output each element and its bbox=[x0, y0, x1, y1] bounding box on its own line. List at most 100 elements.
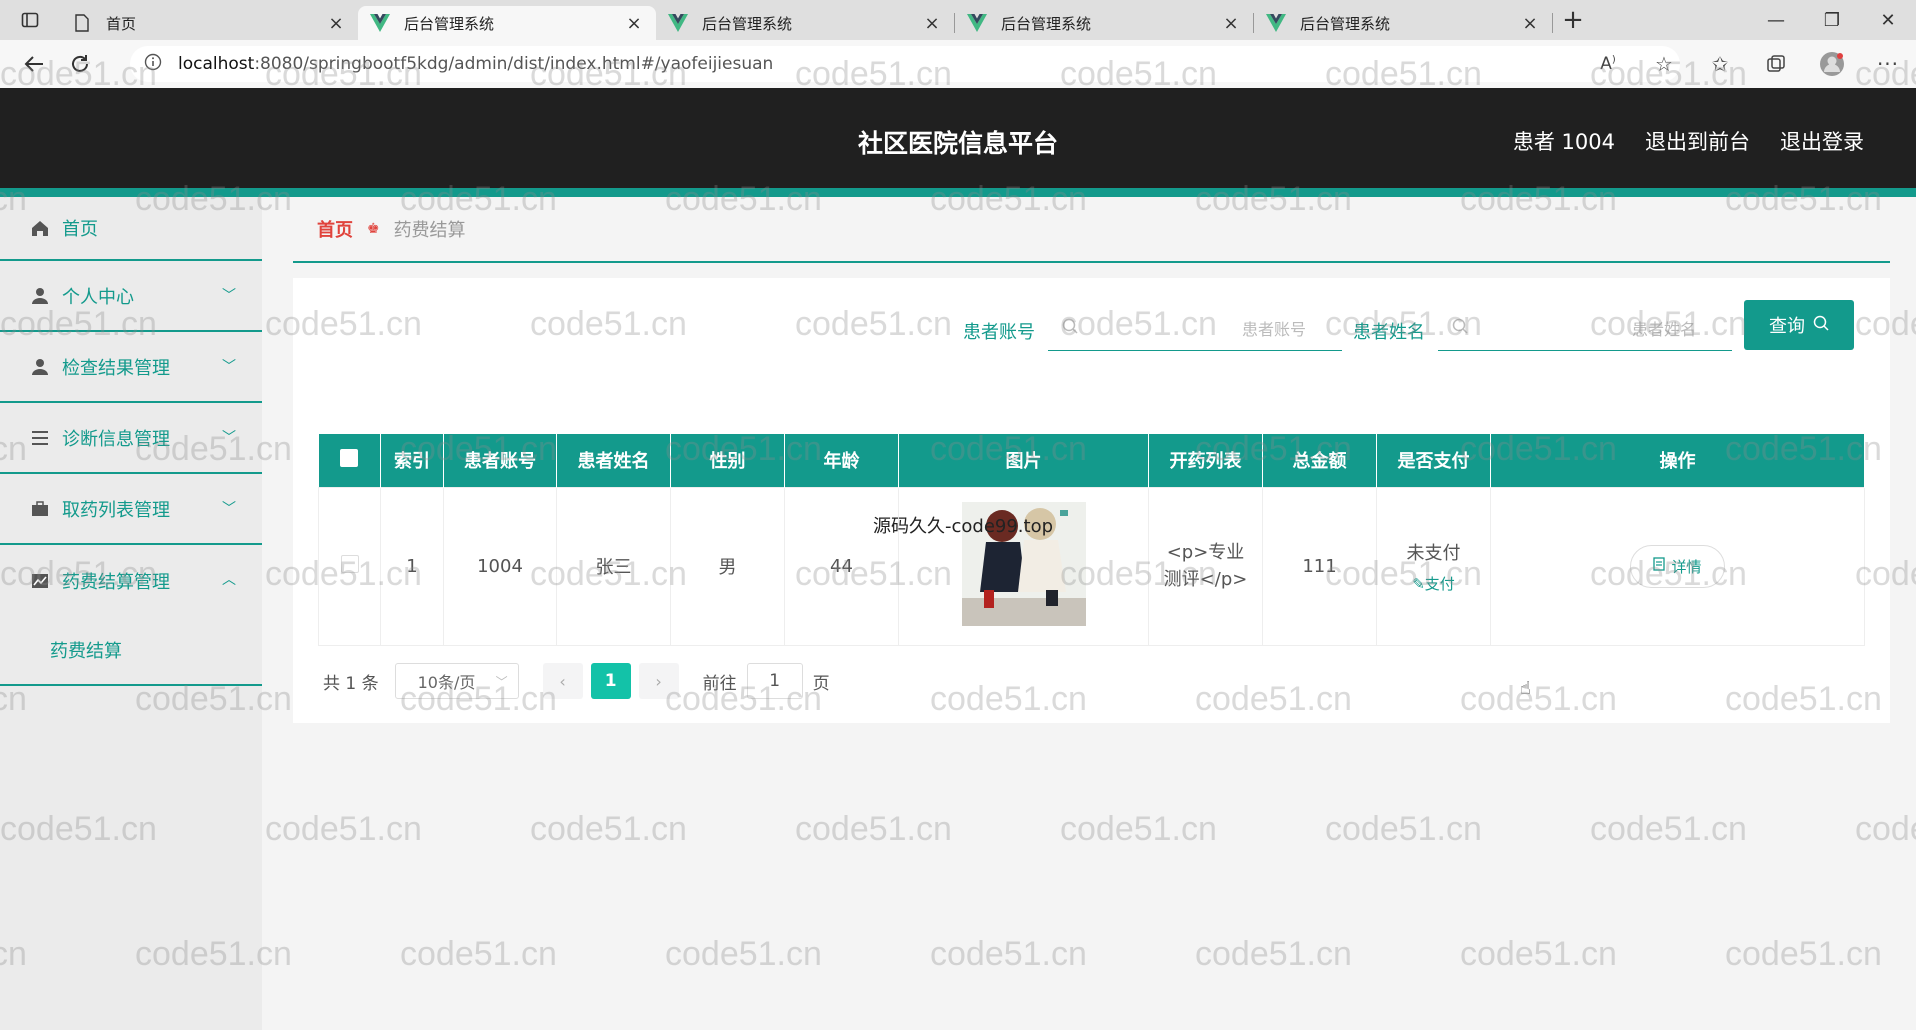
image-caption: 源码久久-code99.top bbox=[873, 516, 1054, 537]
read-aloud-icon[interactable]: A) bbox=[1580, 44, 1636, 84]
account-search-input[interactable]: 患者账号 bbox=[1048, 306, 1342, 351]
sidebar-item-home[interactable]: 首页 bbox=[0, 197, 262, 261]
data-table: 索引 患者账号 患者姓名 性别 年龄 图片 开药列表 总金额 是否支付 操作 1… bbox=[318, 434, 1865, 646]
chevron-down-icon: ﹀ bbox=[222, 501, 236, 517]
collections-icon[interactable] bbox=[1748, 44, 1804, 84]
new-tab-button[interactable]: + bbox=[1553, 0, 1593, 40]
pay-button[interactable]: ✎支付 bbox=[1377, 573, 1490, 594]
chevron-down-icon: ﹀ bbox=[495, 674, 508, 689]
table-row: 1 1004 张三 男 44 <p>专业 测评</p> 111 未支付 ✎支付 … bbox=[318, 486, 1865, 646]
vue-icon bbox=[668, 13, 688, 33]
account-label: 患者账号 bbox=[963, 322, 1035, 343]
breadcrumb-home[interactable]: 首页 bbox=[317, 216, 353, 242]
sidebar-item-label: 首页 bbox=[62, 219, 98, 240]
restore-icon[interactable]: ❐ bbox=[1804, 0, 1860, 40]
page-size-select[interactable]: 10条/页 ﹀ bbox=[394, 663, 519, 699]
column-header: 操作 bbox=[1490, 434, 1865, 487]
chevron-down-icon: ﹀ bbox=[222, 359, 236, 375]
page-number-active[interactable]: 1 bbox=[590, 663, 631, 699]
sidebar-item-medicine-pickup[interactable]: 取药列表管理 ﹀ bbox=[0, 474, 262, 545]
select-all-checkbox[interactable] bbox=[318, 434, 381, 487]
row-checkbox[interactable] bbox=[340, 554, 359, 573]
chevron-up-icon: ︿ bbox=[222, 572, 236, 588]
watermark-text: code51.cn bbox=[1725, 935, 1882, 973]
minimize-icon[interactable]: — bbox=[1748, 0, 1804, 40]
breadcrumb-separator-icon: ♚ bbox=[367, 221, 380, 237]
vue-icon bbox=[1266, 13, 1286, 33]
browser-tab[interactable]: 后台管理系统 × bbox=[955, 6, 1253, 40]
sidebar-subitem-fee-settlement[interactable]: 药费结算 bbox=[0, 616, 262, 686]
close-icon[interactable]: × bbox=[1520, 13, 1540, 34]
cell-image bbox=[898, 486, 1149, 646]
column-header: 患者姓名 bbox=[556, 434, 671, 487]
close-icon[interactable]: × bbox=[922, 13, 942, 34]
watermark-text: code51.cn bbox=[930, 935, 1087, 973]
home-icon bbox=[30, 218, 50, 238]
browser-tab-active[interactable]: 后台管理系统 × bbox=[358, 6, 656, 40]
name-search-input[interactable]: 患者姓名 bbox=[1438, 306, 1732, 351]
checkbox-icon[interactable] bbox=[340, 448, 359, 467]
header-links: 患者 1004 退出到前台 退出登录 bbox=[1513, 126, 1864, 156]
column-header: 开药列表 bbox=[1148, 434, 1263, 487]
goto-page-input[interactable]: 1 bbox=[746, 663, 803, 699]
search-button[interactable]: 查询 bbox=[1744, 300, 1854, 350]
favorite-star-icon[interactable]: ☆ bbox=[1636, 44, 1692, 84]
breadcrumb-current: 药费结算 bbox=[393, 220, 466, 241]
edit-icon: ✎ bbox=[1412, 574, 1425, 593]
logout-link[interactable]: 退出登录 bbox=[1780, 126, 1864, 156]
browser-tab[interactable]: 后台管理系统 × bbox=[1254, 6, 1552, 40]
sidebar-item-personal-center[interactable]: 个人中心 ﹀ bbox=[0, 261, 262, 332]
current-user: 患者 1004 bbox=[1512, 130, 1615, 154]
goto-prefix: 前往 bbox=[702, 673, 737, 694]
back-icon[interactable] bbox=[12, 44, 56, 84]
prev-page-button[interactable]: ‹ bbox=[542, 663, 583, 699]
profile-avatar-icon[interactable] bbox=[1804, 44, 1860, 84]
user-icon bbox=[30, 286, 50, 306]
sidebar-item-diagnosis[interactable]: 诊断信息管理 ﹀ bbox=[0, 403, 262, 474]
tab-title: 后台管理系统 bbox=[1300, 14, 1391, 33]
browser-tab[interactable]: 后台管理系统 × bbox=[656, 6, 954, 40]
vue-icon bbox=[370, 13, 390, 33]
user-icon bbox=[30, 357, 50, 377]
sidebar-item-exam-results[interactable]: 检查结果管理 ﹀ bbox=[0, 332, 262, 403]
watermark-text: code51.cn bbox=[1060, 810, 1217, 848]
close-icon[interactable]: × bbox=[624, 13, 644, 34]
favorites-list-icon[interactable]: ✩ bbox=[1692, 44, 1748, 84]
mouse-cursor-icon: ☝ bbox=[1520, 678, 1531, 699]
cell-age: 44 bbox=[784, 486, 899, 646]
cell-name: 张三 bbox=[556, 486, 671, 646]
address-bar: localhost:8080/springbootf5kdg/admin/dis… bbox=[0, 40, 1916, 88]
window-close-icon[interactable]: ✕ bbox=[1860, 0, 1916, 40]
tab-actions-icon[interactable] bbox=[0, 0, 60, 40]
exit-to-front-link[interactable]: 退出到前台 bbox=[1645, 126, 1750, 156]
document-icon bbox=[1653, 557, 1666, 575]
column-header: 总金额 bbox=[1262, 434, 1377, 487]
goto-suffix: 页 bbox=[812, 673, 830, 694]
browser-tab-home[interactable]: 首页 × bbox=[60, 6, 358, 40]
info-icon[interactable] bbox=[144, 53, 162, 76]
chevron-down-icon: ﹀ bbox=[222, 430, 236, 446]
tab-title: 首页 bbox=[106, 14, 137, 33]
more-menu-icon[interactable]: ··· bbox=[1860, 44, 1916, 84]
briefcase-icon bbox=[30, 499, 50, 519]
sidebar-item-fee-settlement[interactable]: 药费结算管理 ︿ bbox=[0, 545, 262, 616]
chart-icon bbox=[30, 571, 50, 591]
close-icon[interactable]: × bbox=[1221, 13, 1241, 34]
cell-gender: 男 bbox=[670, 486, 785, 646]
watermark-text: code51.cn bbox=[1195, 935, 1352, 973]
account-placeholder: 患者账号 bbox=[1242, 320, 1307, 339]
breadcrumb: 首页 ♚ 药费结算 bbox=[293, 197, 1890, 263]
next-page-button[interactable]: › bbox=[638, 663, 679, 699]
watermark-text: code51.cn bbox=[530, 810, 687, 848]
sidebar-item-label: 取药列表管理 bbox=[62, 499, 170, 521]
page-icon bbox=[72, 13, 92, 33]
cell-total: 111 bbox=[1262, 486, 1377, 646]
close-icon[interactable]: × bbox=[326, 13, 346, 34]
search-icon bbox=[1062, 318, 1078, 338]
column-header: 索引 bbox=[380, 434, 444, 487]
drug-list-line: <p>专业 bbox=[1166, 542, 1245, 563]
detail-button[interactable]: 详情 bbox=[1630, 544, 1725, 588]
refresh-icon[interactable] bbox=[58, 44, 102, 84]
pay-label: 支付 bbox=[1424, 574, 1455, 593]
url-field[interactable]: localhost:8080/springbootf5kdg/admin/dis… bbox=[130, 46, 1680, 82]
